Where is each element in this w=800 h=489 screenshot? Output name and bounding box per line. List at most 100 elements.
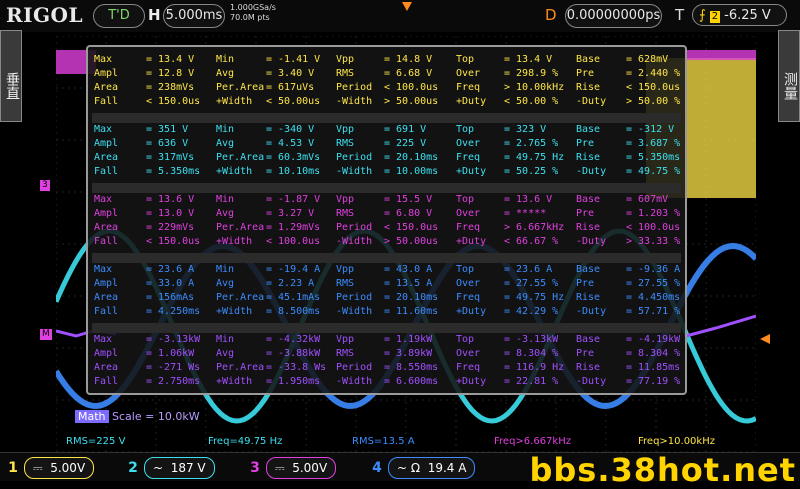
measurement-value: = 2.23 A	[266, 278, 315, 289]
measurement-value: = 13.5 A	[384, 278, 433, 289]
ch2-scale: 187 V	[170, 461, 206, 475]
measurement-value: = 4.250ms	[146, 306, 201, 317]
measurement-name: Ampl	[94, 208, 119, 219]
measurement-row: Fall = 2.750ms +Width = 1.950ms -Width = 6.60…	[94, 375, 682, 389]
measurement-value: = 8.500ms	[266, 306, 321, 317]
measurement-name: Over	[456, 68, 481, 79]
measurement-name: Base	[576, 124, 601, 135]
measurement-name: Fall	[94, 306, 119, 317]
measurement-name: Avg	[216, 138, 235, 149]
measurement-value: = 23.6 A	[146, 264, 195, 275]
measurement-value: = 628mV	[626, 54, 669, 65]
measurement-value: = -271 Ws	[146, 362, 201, 373]
ch1-number: 1	[8, 460, 18, 476]
measurement-group-4: Max = 23.6 A Min = -19.4 A Vpp = 43.0 A Top = 2…	[94, 263, 682, 325]
measurement-value: = 50.25 %	[504, 166, 559, 177]
measurement-value: = 13.4 V	[504, 54, 553, 65]
measurement-value: = 57.71 %	[626, 306, 681, 317]
ch4-scale: 19.4 A	[427, 461, 467, 475]
measurement-name: Base	[576, 334, 601, 345]
measurement-name: Over	[456, 138, 481, 149]
math-offset-marker[interactable]: M	[40, 329, 52, 340]
measurement-value: = 617uVs	[266, 82, 315, 93]
measurement-name: -Duty	[576, 306, 607, 317]
measurement-value: = 6.80 V	[384, 208, 433, 219]
measurement-value: = -9.36 A	[626, 264, 681, 275]
measurement-value: = 8.550ms	[384, 362, 439, 373]
measurement-name: Pre	[576, 208, 595, 219]
measurement-name: Fall	[94, 96, 119, 107]
measurement-row: Ampl = 13.0 V Avg = 3.27 V RMS = 6.80 V Over = …	[94, 207, 682, 221]
ch3-scale: 5.00V	[292, 461, 328, 475]
measurement-name: Pre	[576, 138, 595, 149]
measurement-value: = 5.350ms	[626, 152, 681, 163]
measurement-name: +Width	[216, 166, 253, 177]
measurement-name: Vpp	[336, 124, 355, 135]
measurement-name: Top	[456, 264, 475, 275]
measurement-value: < 100.0us	[266, 236, 321, 247]
ch2-coupling-icon: ~	[153, 461, 164, 475]
measurement-name: Freq	[456, 292, 481, 303]
run-mode-button[interactable]: T'D	[93, 4, 145, 28]
measurement-name: Avg	[216, 348, 235, 359]
measurement-value: = 43.0 A	[384, 264, 433, 275]
measurement-name: Min	[216, 194, 235, 205]
measurement-value: = 3.40 V	[266, 68, 315, 79]
measure-menu-tab[interactable]: 测量	[778, 30, 800, 122]
measurement-row: Max = 351 V Min = -340 V Vpp = 691 V Top = 323 …	[94, 123, 682, 137]
measurement-name: Min	[216, 54, 235, 65]
measurement-name: Fall	[94, 236, 119, 247]
measurement-value: = -4.32kW	[266, 334, 321, 345]
measurement-name: Vpp	[336, 194, 355, 205]
measurement-value: = 607mV	[626, 194, 669, 205]
measurement-value: < 100.0us	[626, 222, 681, 233]
trigger-position-marker[interactable]	[402, 2, 412, 11]
measurement-value: = -3.13kW	[504, 334, 559, 345]
measurement-name: Period	[336, 82, 373, 93]
top-bar: RIGOL T'D H 5.000ms 1.000GSa/s 70.0M pts…	[0, 0, 800, 32]
measurement-value: = 1.19kW	[384, 334, 433, 345]
measurement-name: Freq	[456, 362, 481, 373]
measurement-row: Ampl = 636 V Avg = 4.53 V RMS = 225 V Over = 2.…	[94, 137, 682, 151]
measurement-value: = -3.88kW	[266, 348, 321, 359]
delay-button[interactable]: 0.00000000ps	[565, 4, 662, 28]
ch4-number: 4	[372, 460, 382, 476]
measurement-name: Per.Area	[216, 362, 265, 373]
measurement-row: Fall < 150.0us +Width < 100.0us -Width > 50.0…	[94, 235, 682, 249]
measurement-name: Area	[94, 362, 119, 373]
measurement-value: = 14.8 V	[384, 54, 433, 65]
ch2-settings[interactable]: 2 ~ 187 V	[126, 457, 215, 479]
measurement-row: Max = 23.6 A Min = -19.4 A Vpp = 43.0 A Top = 2…	[94, 263, 682, 277]
trigger-level-marker[interactable]	[760, 334, 770, 344]
measurement-name: Vpp	[336, 54, 355, 65]
measurement-value: = 636 V	[146, 138, 189, 149]
timebase-button[interactable]: 5.000ms	[163, 4, 225, 28]
readout-ch2-freq: Freq=49.75 Hz	[208, 436, 283, 447]
trigger-button[interactable]: ⨍ 2 -6.25 V	[692, 4, 787, 26]
measurement-value: = -33.8 Ws	[266, 362, 327, 373]
measurement-value: = *****	[504, 208, 547, 219]
measurement-value: = 8.304 %	[626, 348, 681, 359]
vertical-menu-tab[interactable]: 垂直	[0, 30, 22, 122]
measurement-name: Per.Area	[216, 222, 265, 233]
measurement-name: Top	[456, 54, 475, 65]
channel-bar: 1 ⎓ 5.00V 2 ~ 187 V 3 ⎓ 5.00V 4 ~ Ω 19.4 A b…	[0, 451, 800, 489]
measurement-name: Over	[456, 348, 481, 359]
measurement-value: < 66.67 %	[504, 236, 559, 247]
measurement-panel: Max = 13.4 V Min = -1.41 V Vpp = 14.8 V Top = 1…	[86, 45, 687, 395]
measurement-name: Area	[94, 152, 119, 163]
measurement-value: = 3.27 V	[266, 208, 315, 219]
ch1-settings[interactable]: 1 ⎓ 5.00V	[6, 457, 95, 479]
measurement-name: RMS	[336, 348, 355, 359]
ch3-settings[interactable]: 3 ⎓ 5.00V	[248, 457, 337, 479]
ch3-coupling-icon: ⎓	[275, 461, 285, 475]
measurement-name: +Duty	[456, 96, 487, 107]
measurement-name: Rise	[576, 222, 601, 233]
group-separator	[92, 113, 681, 123]
measurement-row: Fall = 5.350ms +Width = 10.10ms -Width = 10.0…	[94, 165, 682, 179]
measurement-value: = 225 V	[384, 138, 427, 149]
ch3-offset-marker[interactable]: 3	[40, 180, 50, 191]
measurement-name: Fall	[94, 166, 119, 177]
measurement-value: = 156mAs	[146, 292, 195, 303]
ch4-settings[interactable]: 4 ~ Ω 19.4 A	[370, 457, 476, 479]
